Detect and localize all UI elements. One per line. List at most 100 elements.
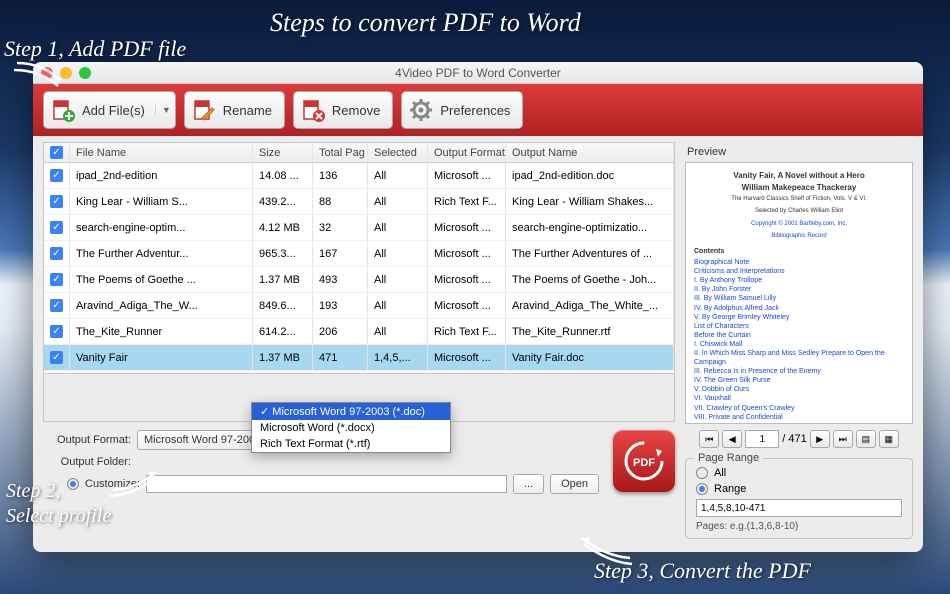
cell-outname: King Lear - William Shakes...: [506, 189, 674, 214]
file-table: ✓ File Name Size Total Pag Selected Outp…: [43, 142, 675, 374]
cell-size: 4.12 MB: [253, 215, 313, 240]
page-total: / 471: [782, 433, 806, 445]
table-row[interactable]: ✓search-engine-optim...4.12 MB32AllMicro…: [44, 215, 674, 241]
col-filename[interactable]: File Name: [70, 143, 253, 162]
cell-format: Microsoft ...: [428, 267, 506, 292]
cell-pages: 32: [313, 215, 368, 240]
rename-button[interactable]: Rename: [184, 91, 285, 129]
cell-outname: The Poems of Goethe - Joh...: [506, 267, 674, 292]
format-option-doc[interactable]: Microsoft Word 97-2003 (*.doc): [252, 403, 450, 420]
select-all-checkbox[interactable]: ✓: [50, 146, 63, 159]
browse-folder-button[interactable]: ...: [513, 474, 544, 494]
table-row[interactable]: ✓Aravind_Adiga_The_W...849.6...193AllMic…: [44, 293, 674, 319]
preferences-button[interactable]: Preferences: [401, 91, 523, 129]
table-row[interactable]: ✓ipad_2nd-edition14.08 ...136AllMicrosof…: [44, 163, 674, 189]
table-row[interactable]: ✓The Poems of Goethe ...1.37 MB493AllMic…: [44, 267, 674, 293]
range-all-label: All: [714, 467, 726, 479]
range-custom-radio[interactable]: [696, 483, 708, 495]
table-row[interactable]: ✓The Further Adventur...965.3...167AllMi…: [44, 241, 674, 267]
prev-page-button[interactable]: ◀: [722, 430, 742, 448]
page-range-legend: Page Range: [694, 452, 763, 464]
customize-radio[interactable]: [67, 478, 79, 490]
cell-selected: All: [368, 189, 428, 214]
table-header: ✓ File Name Size Total Pag Selected Outp…: [44, 143, 674, 163]
preview-doc-title: Vanity Fair, A Novel without a Hero: [694, 171, 904, 181]
row-checkbox[interactable]: ✓: [50, 299, 63, 312]
format-option-docx[interactable]: Microsoft Word (*.docx): [252, 420, 450, 436]
row-checkbox[interactable]: ✓: [50, 351, 63, 364]
row-checkbox[interactable]: ✓: [50, 169, 63, 182]
preview-page: Vanity Fair, A Novel without a Hero Will…: [694, 171, 904, 415]
cell-filename: The Poems of Goethe ...: [70, 267, 253, 292]
table-row[interactable]: ✓King Lear - William S...439.2...88AllRi…: [44, 189, 674, 215]
cell-filename: ipad_2nd-edition: [70, 163, 253, 188]
cell-size: 439.2...: [253, 189, 313, 214]
cell-size: 614.2...: [253, 319, 313, 344]
open-folder-button[interactable]: Open: [550, 474, 599, 494]
remove-icon: [300, 97, 326, 123]
cell-filename: Aravind_Adiga_The_W...: [70, 293, 253, 318]
cell-outname: search-engine-optimizatio...: [506, 215, 674, 240]
cell-pages: 136: [313, 163, 368, 188]
preferences-label: Preferences: [440, 103, 510, 118]
convert-button[interactable]: PDF: [613, 430, 675, 492]
cell-size: 965.3...: [253, 241, 313, 266]
annotation-step1: Step 1, Add PDF file: [4, 36, 186, 62]
preview-subtitle-2: Selected by Charles William Eliot: [694, 208, 904, 216]
annotation-title: Steps to convert PDF to Word: [270, 8, 581, 38]
cell-filename: The Further Adventur...: [70, 241, 253, 266]
cell-format: Microsoft ...: [428, 241, 506, 266]
cell-filename: The_Kite_Runner: [70, 319, 253, 344]
range-all-radio[interactable]: [696, 467, 708, 479]
range-input[interactable]: [696, 499, 902, 517]
cell-filename: search-engine-optim...: [70, 215, 253, 240]
format-dropdown[interactable]: Microsoft Word 97-2003 (*.doc) Microsoft…: [251, 402, 451, 453]
view-mode-1-button[interactable]: ▤: [856, 430, 876, 448]
gear-icon: [408, 97, 434, 123]
col-size[interactable]: Size: [253, 143, 313, 162]
cell-outname: The_Kite_Runner.rtf: [506, 319, 674, 344]
output-folder-input[interactable]: [146, 475, 507, 493]
remove-label: Remove: [332, 103, 380, 118]
view-mode-2-button[interactable]: ▦: [879, 430, 899, 448]
next-page-button[interactable]: ▶: [810, 430, 830, 448]
row-checkbox[interactable]: ✓: [50, 221, 63, 234]
cell-format: Microsoft ...: [428, 215, 506, 240]
rename-icon: [191, 97, 217, 123]
cell-pages: 88: [313, 189, 368, 214]
annotation-step3: Step 3, Convert the PDF: [594, 558, 811, 584]
first-page-button[interactable]: ⏮: [699, 430, 719, 448]
row-checkbox[interactable]: ✓: [50, 195, 63, 208]
cell-selected: All: [368, 163, 428, 188]
cell-format: Microsoft ...: [428, 293, 506, 318]
col-outname[interactable]: Output Name: [506, 143, 674, 162]
window-title: 4Video PDF to Word Converter: [33, 66, 923, 80]
cell-format: Microsoft ...: [428, 345, 506, 370]
cell-size: 849.6...: [253, 293, 313, 318]
table-row[interactable]: ✓The_Kite_Runner614.2...206AllRich Text …: [44, 319, 674, 345]
page-number-input[interactable]: [745, 430, 779, 448]
col-pages[interactable]: Total Pag: [313, 143, 368, 162]
col-format[interactable]: Output Format: [428, 143, 506, 162]
cell-selected: All: [368, 267, 428, 292]
cell-outname: Aravind_Adiga_The_White_...: [506, 293, 674, 318]
last-page-button[interactable]: ⏭: [833, 430, 853, 448]
table-row[interactable]: ✓Vanity Fair1.37 MB4711,4,5,...Microsoft…: [44, 345, 674, 371]
add-files-button[interactable]: Add File(s) ▼: [43, 91, 176, 129]
page-range-group: Page Range All Range Pages: e.g.(1,3,6,8…: [685, 458, 913, 539]
row-checkbox[interactable]: ✓: [50, 273, 63, 286]
row-checkbox[interactable]: ✓: [50, 247, 63, 260]
col-selected[interactable]: Selected: [368, 143, 428, 162]
chevron-down-icon[interactable]: ▼: [155, 105, 171, 115]
preview-pane: Vanity Fair, A Novel without a Hero Will…: [685, 162, 913, 424]
remove-button[interactable]: Remove: [293, 91, 393, 129]
pdf-add-icon: [50, 97, 76, 123]
cell-pages: 167: [313, 241, 368, 266]
row-checkbox[interactable]: ✓: [50, 325, 63, 338]
svg-text:PDF: PDF: [633, 457, 655, 469]
cell-selected: All: [368, 293, 428, 318]
format-option-rtf[interactable]: Rich Text Format (*.rtf): [252, 436, 450, 452]
preview-contents-heading: Contents: [694, 247, 904, 256]
range-hint: Pages: e.g.(1,3,6,8-10): [696, 521, 902, 532]
cell-size: 1.37 MB: [253, 345, 313, 370]
